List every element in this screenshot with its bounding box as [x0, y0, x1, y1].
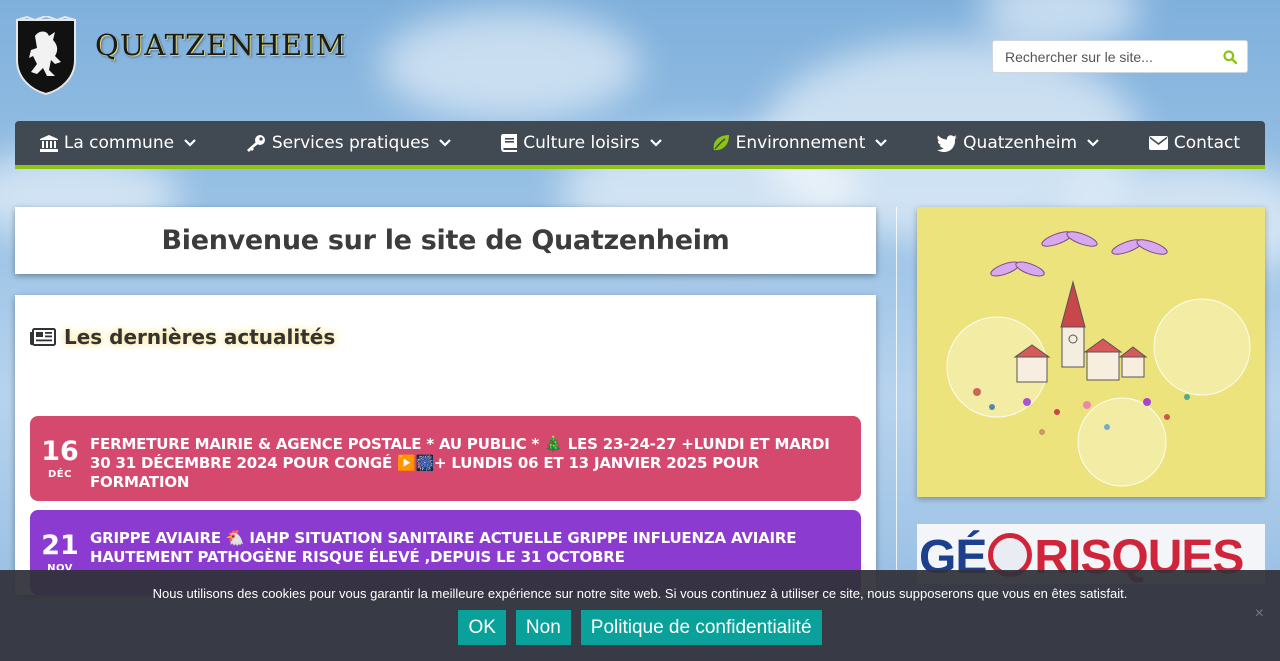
news-item-title[interactable]: Grippe Aviaire 🐔 IAHP situation sanitair… — [90, 529, 861, 567]
nav-item-quatzenheim[interactable]: Quatzenheim — [937, 133, 1099, 153]
newspaper-icon — [30, 328, 56, 346]
search-icon[interactable] — [1213, 49, 1247, 64]
news-item[interactable]: 16 DÉC Fermeture Mairie & Agence Postale… — [30, 416, 861, 501]
leaf-icon — [712, 134, 730, 152]
chevron-down-icon — [650, 139, 662, 147]
chevron-down-icon — [1087, 139, 1099, 147]
site-name: QUATZENHEIM — [95, 28, 347, 62]
news-panel: Les dernières actualités 16 DÉC Fermetur… — [15, 295, 876, 595]
news-date: 16 DÉC — [30, 435, 90, 481]
chevron-down-icon — [184, 139, 196, 147]
news-title-text: Les dernières actualités — [64, 325, 336, 349]
cookie-banner: Nous utilisons des cookies pour vous gar… — [0, 570, 1280, 661]
key-icon — [246, 134, 266, 152]
town-hall-icon — [39, 134, 58, 152]
nav-item-contact[interactable]: Contact — [1148, 133, 1241, 153]
envelope-icon — [1148, 136, 1168, 150]
news-date: 21 NOV — [30, 529, 90, 575]
nav-label: Services pratiques — [271, 133, 430, 153]
nav-label: Culture loisirs — [523, 133, 640, 153]
village-poster-image[interactable] — [917, 207, 1265, 497]
chevron-down-icon — [439, 139, 452, 147]
cookie-ok-button[interactable]: OK — [458, 610, 506, 645]
nav-item-services-pratiques[interactable]: Services pratiques — [246, 133, 452, 153]
nav-label: Quatzenheim — [963, 133, 1078, 153]
nav-item-culture-loisirs[interactable]: Culture loisirs — [501, 133, 662, 153]
cookie-message: Nous utilisons des cookies pour vous gar… — [152, 586, 1128, 601]
cloud — [380, 10, 640, 120]
search-input[interactable] — [993, 40, 1213, 73]
nav-label: La commune — [63, 133, 175, 153]
news-section-title: Les dernières actualités — [30, 325, 335, 349]
news-day: 21 — [41, 530, 79, 561]
news-day: 16 — [41, 436, 79, 467]
book-icon — [501, 134, 518, 152]
cookie-actions: OK Non Politique de confidentialité — [0, 610, 1280, 645]
welcome-panel: Bienvenue sur le site de Quatzenheim — [15, 207, 876, 274]
page-title: Bienvenue sur le site de Quatzenheim — [161, 225, 730, 256]
main-navigation: La commune Services pratiques Culture lo… — [15, 121, 1265, 169]
close-icon[interactable]: × — [1255, 605, 1264, 623]
news-item-title[interactable]: Fermeture Mairie & Agence Postale * Au p… — [90, 435, 861, 492]
illustration — [946, 231, 1251, 487]
news-month: DÉC — [48, 469, 72, 480]
search-box — [992, 40, 1248, 73]
nav-label: Contact — [1173, 133, 1241, 153]
coat-of-arms-lion-icon — [16, 16, 76, 96]
nav-label: Environnement — [735, 133, 866, 153]
privacy-policy-button[interactable]: Politique de confidentialité — [580, 610, 822, 645]
twitter-bird-icon — [937, 134, 958, 152]
chevron-down-icon — [875, 139, 888, 147]
nav-item-la-commune[interactable]: La commune — [39, 133, 196, 153]
cookie-no-button[interactable]: Non — [515, 610, 571, 645]
nav-item-environnement[interactable]: Environnement — [712, 133, 888, 153]
column-divider — [896, 207, 897, 577]
site-logo[interactable]: QUATZENHEIM — [15, 16, 346, 96]
